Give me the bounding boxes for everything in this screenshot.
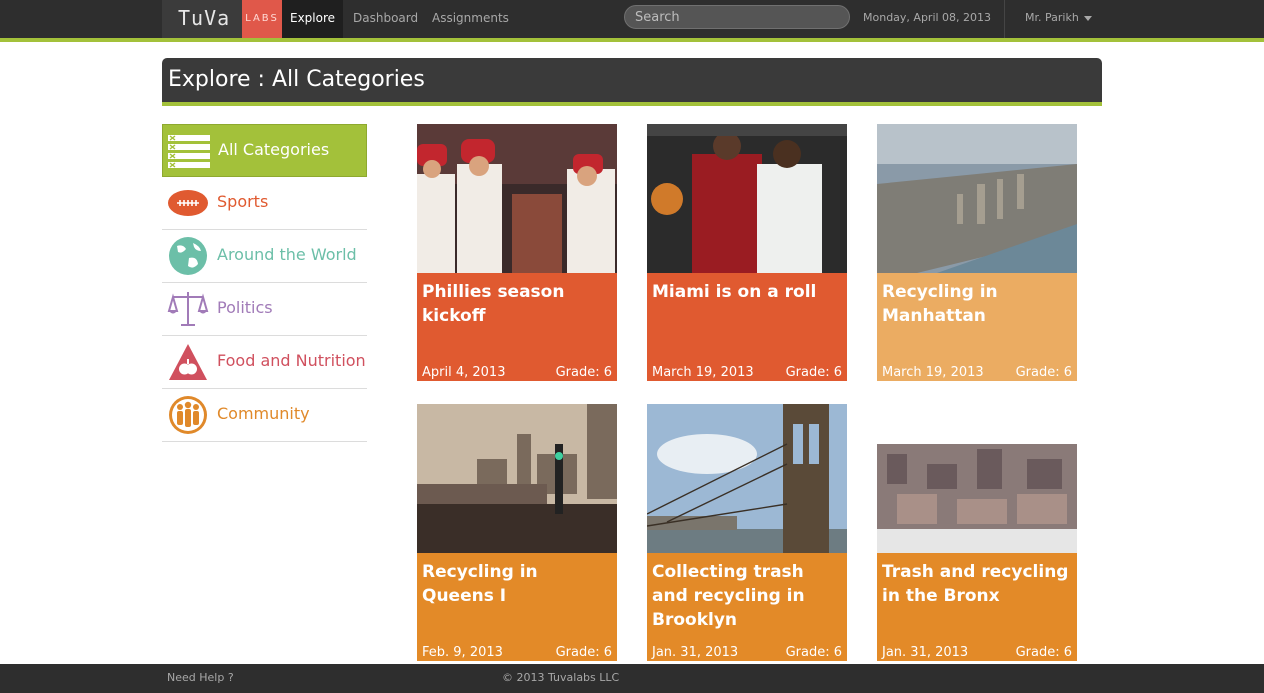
help-link[interactable]: Need Help ? [167,671,234,684]
card-image [647,404,847,553]
brand-logo[interactable]: TuVa [178,6,230,30]
card-collecting-trash-brooklyn[interactable]: Collecting trash and recycling in Brookl… [647,404,847,661]
card-image [417,404,617,553]
sidebar-item-label: Politics [217,298,273,317]
card-phillies-season-kickoff[interactable]: Phillies season kickoff April 4, 2013 Gr… [417,124,617,381]
chevron-down-icon [1083,15,1092,21]
labs-badge: LABS [242,0,282,38]
card-body: Miami is on a roll March 19, 2013 Grade:… [647,273,847,381]
sidebar-item-label: All Categories [218,140,330,159]
sidebar-item-community[interactable]: Community [162,389,367,442]
card-date: Jan. 31, 2013 [652,645,739,660]
sidebar-item-label: Food and Nutrition [217,351,366,370]
card-image [417,124,617,273]
card-grade: Grade: 6 [1015,645,1072,660]
card-grade: Grade: 6 [555,365,612,380]
card-title: Trash and recycling in the Bronx [882,562,1069,606]
card-image [647,124,847,273]
footer: Need Help ? © 2013 Tuvalabs LLC [0,664,1264,693]
card-date: Jan. 31, 2013 [882,645,969,660]
card-date: April 4, 2013 [422,365,506,380]
people-icon [169,396,207,434]
user-menu[interactable]: Mr. Parikh [1025,0,1092,36]
card-grade: Grade: 6 [785,365,842,380]
card-grade: Grade: 6 [1015,365,1072,380]
card-miami-is-on-a-roll[interactable]: Miami is on a roll March 19, 2013 Grade:… [647,124,847,381]
card-title: Phillies season kickoff [422,282,565,326]
nav-explore[interactable]: Explore [282,0,343,38]
sidebar-item-around-the-world[interactable]: Around the World [162,230,367,283]
sidebar-item-all-categories[interactable]: All Categories [162,124,367,177]
card-title: Collecting trash and recycling in Brookl… [652,562,805,630]
card-body: Trash and recycling in the Bronx Jan. 31… [877,553,1077,661]
card-title: Recycling in Queens I [422,562,538,606]
card-date: March 19, 2013 [882,365,984,380]
card-trash-recycling-bronx[interactable]: Trash and recycling in the Bronx Jan. 31… [877,404,1077,661]
card-grade: Grade: 6 [555,645,612,660]
card-date: Feb. 9, 2013 [422,645,503,660]
nav-dashboard[interactable]: Dashboard [353,0,418,38]
page-header: Explore : All Categories [162,58,1102,106]
sidebar-item-politics[interactable]: Politics [162,283,367,336]
card-image [877,404,1077,553]
search-input[interactable] [624,5,850,29]
card-grade: Grade: 6 [785,645,842,660]
card-recycling-in-manhattan[interactable]: Recycling in Manhattan March 19, 2013 Gr… [877,124,1077,381]
card-body: Collecting trash and recycling in Brookl… [647,553,847,661]
card-body: Recycling in Queens I Feb. 9, 2013 Grade… [417,553,617,661]
sidebar-item-label: Around the World [217,245,357,264]
page-title: Explore : All Categories [168,67,425,92]
sidebar-item-label: Community [217,404,310,423]
copyright: © 2013 Tuvalabs LLC [502,671,620,684]
apple-triangle-icon [169,344,207,380]
card-date: March 19, 2013 [652,365,754,380]
card-title: Miami is on a roll [652,282,817,302]
scales-icon [167,292,209,326]
user-name: Mr. Parikh [1025,11,1079,24]
card-body: Recycling in Manhattan March 19, 2013 Gr… [877,273,1077,381]
sidebar-item-sports[interactable]: Sports [162,177,367,230]
top-navbar: TuVa LABS Explore Dashboard Assignments … [0,0,1264,42]
current-date: Monday, April 08, 2013 [863,11,992,24]
nav-divider [1004,0,1005,38]
list-icon [168,135,210,168]
card-title: Recycling in Manhattan [882,282,998,326]
nav-assignments[interactable]: Assignments [432,0,509,38]
card-body: Phillies season kickoff April 4, 2013 Gr… [417,273,617,381]
card-image [877,124,1077,273]
football-icon [168,190,208,216]
sidebar-item-label: Sports [217,192,269,211]
sidebar-item-food-and-nutrition[interactable]: Food and Nutrition [162,336,367,389]
globe-icon [169,237,207,275]
category-sidebar: All Categories Sports Around the World P… [162,124,367,442]
card-recycling-in-queens[interactable]: Recycling in Queens I Feb. 9, 2013 Grade… [417,404,617,661]
